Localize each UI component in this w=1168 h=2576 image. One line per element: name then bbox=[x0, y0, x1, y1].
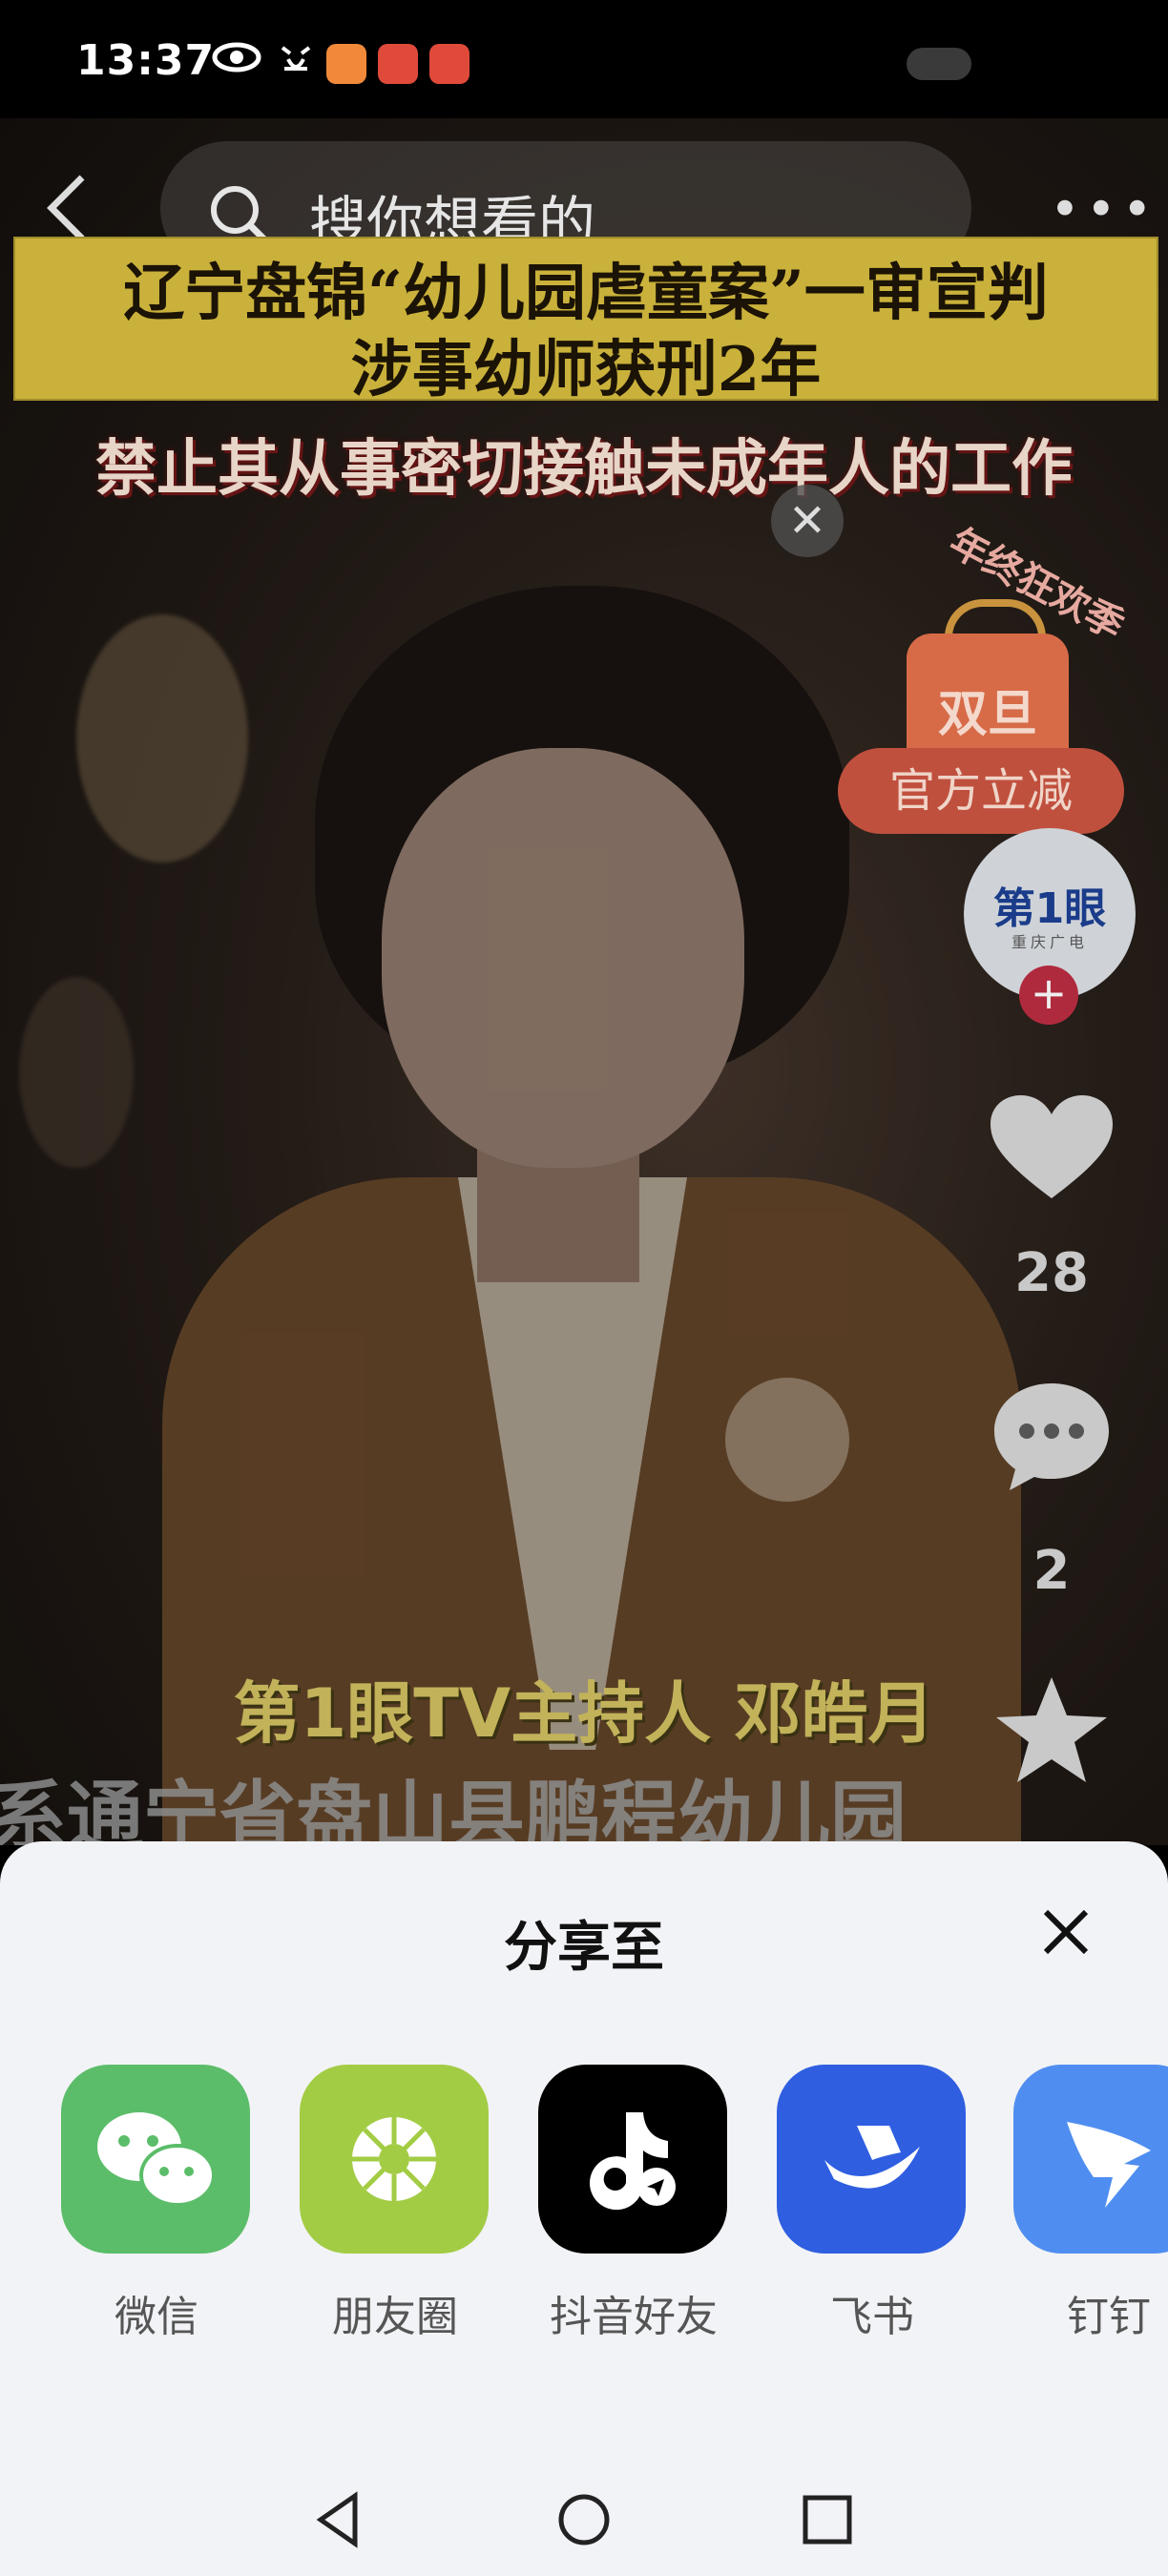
comment-icon[interactable] bbox=[989, 1378, 1115, 1496]
feishu-icon bbox=[777, 2065, 966, 2254]
promo-bag-text: 双旦 bbox=[937, 686, 1037, 743]
app-badge-icon bbox=[326, 44, 366, 84]
battery-indicator bbox=[907, 48, 971, 80]
douyin-icon bbox=[538, 2065, 727, 2254]
video-headline-banner: 辽宁盘锦“幼儿园虐童案”一审宣判 涉事幼师获刑2年 bbox=[13, 237, 1158, 405]
like-count: 28 bbox=[1014, 1242, 1089, 1304]
share-target-moments[interactable]: 朋友圈 bbox=[300, 2065, 490, 2343]
dingtalk-icon bbox=[1013, 2065, 1168, 2254]
share-label-dingtalk: 钉钉 bbox=[1067, 2293, 1151, 2341]
back-triangle-icon[interactable] bbox=[307, 2486, 374, 2553]
close-promo-button[interactable]: ✕ bbox=[771, 485, 844, 557]
share-label-feishu: 飞书 bbox=[830, 2293, 914, 2341]
share-label-wechat: 微信 bbox=[115, 2293, 198, 2341]
headline-line-1: 辽宁盘锦“幼儿园虐童案”一审宣判 bbox=[123, 258, 1049, 329]
share-target-dingtalk[interactable]: 钉钉 bbox=[1013, 2065, 1168, 2343]
close-icon[interactable] bbox=[1032, 1899, 1099, 1965]
anchor-caption: 第1眼TV主持人 邓皓月 bbox=[233, 1674, 935, 1753]
chevron-left-icon bbox=[47, 175, 85, 241]
share-sheet-title: 分享至 bbox=[504, 1917, 664, 1979]
more-options-icon[interactable]: ••• bbox=[1050, 179, 1158, 239]
video-subheadline: 禁止其从事密切接触未成年人的工作 bbox=[95, 433, 1073, 505]
video-player[interactable]: 搜你想看的 ••• 辽宁盘锦“幼儿园虐童案”一审宣判 涉事幼师获刑2年 禁止其从… bbox=[0, 118, 1168, 1845]
headline-line-2: 涉事幼师获刑2年 bbox=[350, 334, 822, 405]
follow-button[interactable]: + bbox=[1019, 966, 1078, 1025]
status-time: 13:37 bbox=[76, 36, 216, 85]
share-target-douyin[interactable]: 抖音好友 bbox=[538, 2065, 729, 2343]
app-badge-icon bbox=[378, 44, 418, 84]
comment-count: 2 bbox=[1032, 1540, 1071, 1602]
news-ticker: 系通宁省盘山县鹏程幼儿园 bbox=[0, 1772, 907, 1845]
share-target-feishu[interactable]: 飞书 bbox=[777, 2065, 968, 2343]
home-circle-icon[interactable] bbox=[551, 2486, 617, 2553]
recents-square-icon[interactable] bbox=[794, 2486, 861, 2553]
status-bar: 13:37 bbox=[0, 0, 1168, 118]
share-label-douyin: 抖音好友 bbox=[550, 2293, 718, 2341]
like-icon[interactable] bbox=[987, 1091, 1116, 1206]
account-logo-text: 第1眼 bbox=[992, 884, 1107, 933]
account-logo-subtext: 重庆广电 bbox=[1011, 933, 1088, 951]
system-nav-bar bbox=[0, 2452, 1168, 2576]
share-label-moments: 朋友圈 bbox=[332, 2293, 458, 2341]
share-target-wechat[interactable]: 微信 bbox=[61, 2065, 252, 2343]
moments-icon bbox=[300, 2065, 489, 2254]
promo-button[interactable]: 官方立减 bbox=[838, 748, 1124, 834]
alarm-icon bbox=[281, 46, 311, 71]
eye-icon bbox=[212, 42, 261, 73]
wechat-icon bbox=[61, 2065, 250, 2254]
app-badge-icon bbox=[429, 44, 469, 84]
